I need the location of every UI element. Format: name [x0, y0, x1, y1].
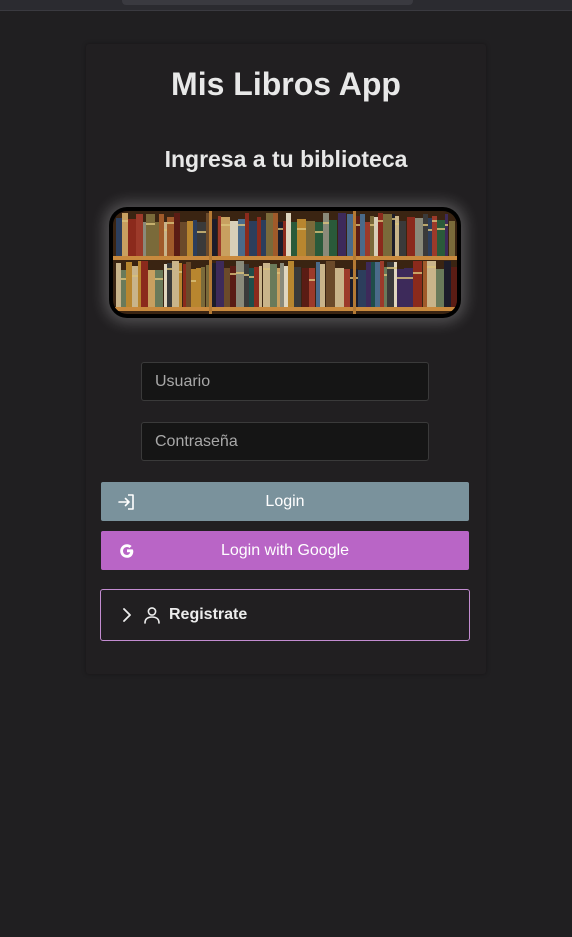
login-button-label: Login	[265, 492, 305, 510]
page-subtitle: Ingresa a tu biblioteca	[164, 146, 408, 172]
password-input[interactable]	[141, 422, 429, 461]
browser-tab-strip	[122, 0, 413, 5]
chevron-right-icon	[119, 605, 135, 625]
register-button-label: Registrate	[169, 606, 248, 623]
bookshelf-illustration	[113, 211, 457, 314]
google-button-label: Login with Google	[220, 541, 350, 559]
register-button[interactable]: Registrate	[100, 589, 470, 641]
user-icon	[142, 605, 162, 625]
google-login-button[interactable]: Login with Google	[101, 531, 469, 570]
app-title: Mis Libros App	[171, 66, 401, 102]
bookshelf-image	[109, 207, 461, 318]
login-button[interactable]: Login	[101, 482, 469, 521]
login-card	[86, 44, 486, 674]
browser-top-bar	[0, 0, 572, 11]
username-input[interactable]	[141, 362, 429, 401]
